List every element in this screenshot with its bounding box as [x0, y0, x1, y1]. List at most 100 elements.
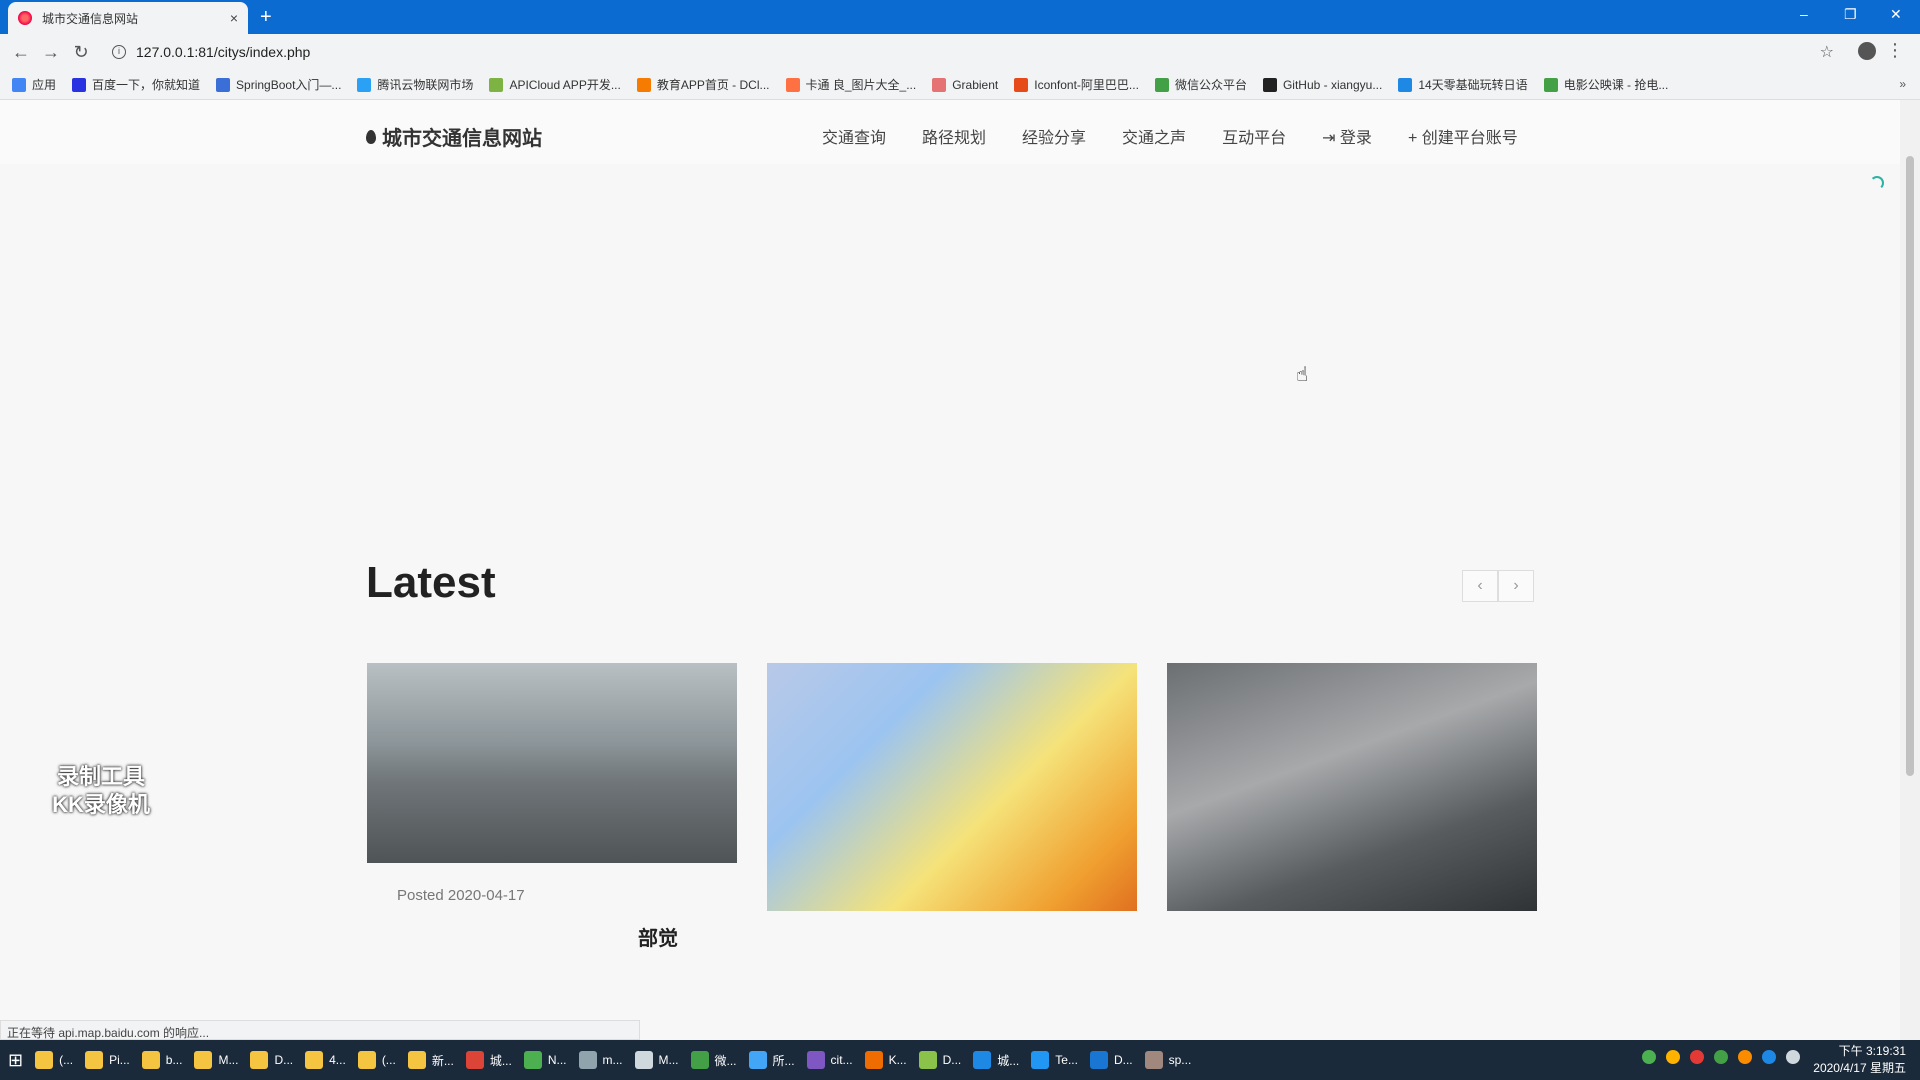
- site-info-icon[interactable]: i: [112, 45, 126, 59]
- site-logo[interactable]: 城市交通信息网站: [366, 122, 542, 151]
- bookmark-item[interactable]: Grabient: [932, 77, 999, 92]
- bookmark-item[interactable]: 腾讯云物联网市场: [357, 76, 473, 93]
- nav-item[interactable]: 互动平台: [1222, 124, 1286, 148]
- bookmark-label: 卡通 良_图片大全_...: [805, 78, 917, 92]
- taskbar-app[interactable]: K...: [864, 1051, 907, 1069]
- bookmark-label: GitHub - xiangyu...: [1282, 77, 1383, 92]
- taskbar-app[interactable]: (...: [357, 1051, 396, 1069]
- new-tab-button[interactable]: +: [260, 6, 272, 29]
- profile-icon[interactable]: [1858, 42, 1876, 60]
- taskbar-app-label: 城...: [997, 1053, 1020, 1068]
- nav-item[interactable]: + 创建平台账号: [1408, 124, 1518, 148]
- taskbar-app[interactable]: 微...: [690, 1051, 737, 1069]
- nav-item[interactable]: 交通之声: [1122, 124, 1186, 148]
- reload-icon[interactable]: ↻: [66, 42, 96, 63]
- bookmarks-more-icon[interactable]: »: [1899, 77, 1906, 91]
- tray-icon[interactable]: [1738, 1050, 1752, 1064]
- bookmark-item[interactable]: APICloud APP开发...: [489, 76, 621, 93]
- taskbar-app[interactable]: b...: [141, 1051, 182, 1069]
- news-card-image[interactable]: [1167, 663, 1537, 911]
- taskbar-app[interactable]: D...: [1089, 1051, 1133, 1069]
- bookmark-item[interactable]: 卡通 良_图片大全_...: [785, 76, 917, 93]
- taskbar-app-icon: [357, 1051, 376, 1069]
- taskbar-app[interactable]: 新...: [407, 1051, 454, 1069]
- bookmark-label: 腾讯云物联网市场: [377, 78, 474, 92]
- bookmark-label: 应用: [32, 78, 57, 92]
- scrollbar-thumb[interactable]: [1906, 156, 1914, 776]
- forward-icon[interactable]: →: [36, 42, 66, 63]
- taskbar-app[interactable]: D...: [918, 1051, 962, 1069]
- close-window-icon[interactable]: ✕: [1890, 6, 1902, 23]
- news-card[interactable]: [767, 663, 1137, 911]
- carousel-next-button[interactable]: ›: [1498, 570, 1534, 602]
- bookmark-item[interactable]: 应用: [12, 76, 56, 93]
- taskbar-app-icon: [634, 1051, 653, 1069]
- bookmark-item[interactable]: 微信公众平台: [1154, 76, 1247, 93]
- taskbar-app-label: 所...: [772, 1053, 795, 1068]
- back-icon[interactable]: ←: [6, 42, 36, 63]
- bookmark-label: Grabient: [952, 77, 999, 92]
- bookmarks-bar: 应用 百度一下，你就知道 SpringBoot入门—... 腾讯云物联网市场 APICl…: [0, 70, 1920, 100]
- bookmark-item[interactable]: 14天零基础玩转日语: [1398, 76, 1528, 93]
- bookmark-item[interactable]: 百度一下，你就知道: [72, 76, 200, 93]
- taskbar-app[interactable]: M...: [634, 1051, 679, 1069]
- taskbar-app-label: cit...: [830, 1053, 853, 1067]
- page-scrollbar[interactable]: [1900, 100, 1920, 1040]
- taskbar-clock[interactable]: 下午 3:19:31 2020/4/17 星期五: [1813, 1043, 1906, 1077]
- taskbar-app[interactable]: 4...: [305, 1051, 346, 1069]
- tray-icon[interactable]: [1714, 1050, 1728, 1064]
- bookmark-favicon-icon: [932, 77, 947, 92]
- taskbar-app-label: Te...: [1055, 1053, 1078, 1067]
- taskbar-app[interactable]: 城...: [465, 1051, 512, 1069]
- taskbar-app[interactable]: cit...: [806, 1051, 853, 1069]
- bookmark-item[interactable]: 教育APP首页 - DCl...: [636, 76, 770, 93]
- taskbar-app[interactable]: sp...: [1144, 1051, 1191, 1069]
- taskbar-app[interactable]: m...: [578, 1051, 623, 1069]
- taskbar-app[interactable]: D...: [250, 1051, 293, 1069]
- taskbar-app[interactable]: M...: [194, 1051, 238, 1069]
- nav-item[interactable]: 路径规划: [922, 124, 986, 148]
- bookmark-favicon-icon: [1543, 77, 1558, 92]
- taskbar-app-icon: [1144, 1051, 1163, 1069]
- taskbar-app-icon: [194, 1051, 213, 1069]
- bookmark-item[interactable]: SpringBoot入门—...: [216, 76, 341, 93]
- news-card-image[interactable]: [767, 663, 1137, 911]
- tab-close-icon[interactable]: ×: [230, 10, 238, 26]
- tray-icon[interactable]: [1666, 1050, 1680, 1064]
- bookmark-favicon-icon: [1262, 77, 1277, 92]
- taskbar-app-icon: [1089, 1051, 1108, 1069]
- bookmark-item[interactable]: 电影公映课 - 抢电...: [1543, 76, 1668, 93]
- bookmark-favicon-icon: [1014, 77, 1029, 92]
- taskbar-app-label: D...: [942, 1053, 962, 1067]
- browser-tab[interactable]: 城市交通信息网站 ×: [8, 2, 248, 34]
- windows-start-icon[interactable]: ⊞: [8, 1050, 23, 1071]
- url-input[interactable]: i 127.0.0.1:81/citys/index.php: [112, 40, 1812, 64]
- tray-icon[interactable]: [1786, 1050, 1800, 1064]
- address-toolbar: ← → ↻ i 127.0.0.1:81/citys/index.php: [0, 34, 1920, 70]
- taskbar-app[interactable]: 所...: [748, 1051, 795, 1069]
- nav-item[interactable]: 交通查询: [822, 124, 886, 148]
- tray-icon[interactable]: [1762, 1050, 1776, 1064]
- bookmark-item[interactable]: Iconfont-阿里巴巴...: [1014, 76, 1139, 93]
- restore-icon[interactable]: ❐: [1844, 6, 1857, 23]
- taskbar-app[interactable]: 城...: [973, 1051, 1019, 1069]
- taskbar-app[interactable]: Te...: [1031, 1051, 1078, 1069]
- carousel-prev-button[interactable]: ‹: [1462, 570, 1498, 602]
- bookmark-star-icon[interactable]: ☆: [1820, 42, 1834, 62]
- taskbar-app[interactable]: (...: [35, 1051, 73, 1069]
- taskbar-app-icon: [578, 1051, 597, 1069]
- nav-item[interactable]: 经验分享: [1022, 124, 1086, 148]
- tray-icon[interactable]: [1690, 1050, 1704, 1064]
- tray-icon[interactable]: [1642, 1050, 1656, 1064]
- news-card-image[interactable]: [367, 663, 737, 863]
- taskbar-app-label: m...: [602, 1053, 623, 1067]
- bookmark-label: 14天零基础玩转日语: [1418, 78, 1528, 92]
- taskbar-app[interactable]: N...: [523, 1051, 567, 1069]
- news-card[interactable]: [1167, 663, 1537, 911]
- news-card[interactable]: Posted 2020-04-17: [367, 663, 737, 904]
- browser-menu-icon[interactable]: ⋮: [1886, 40, 1904, 61]
- nav-item[interactable]: ⇥ 登录: [1322, 124, 1372, 148]
- taskbar-app[interactable]: Pi...: [85, 1051, 130, 1069]
- bookmark-item[interactable]: GitHub - xiangyu...: [1262, 77, 1383, 92]
- minimize-icon[interactable]: –: [1800, 6, 1808, 22]
